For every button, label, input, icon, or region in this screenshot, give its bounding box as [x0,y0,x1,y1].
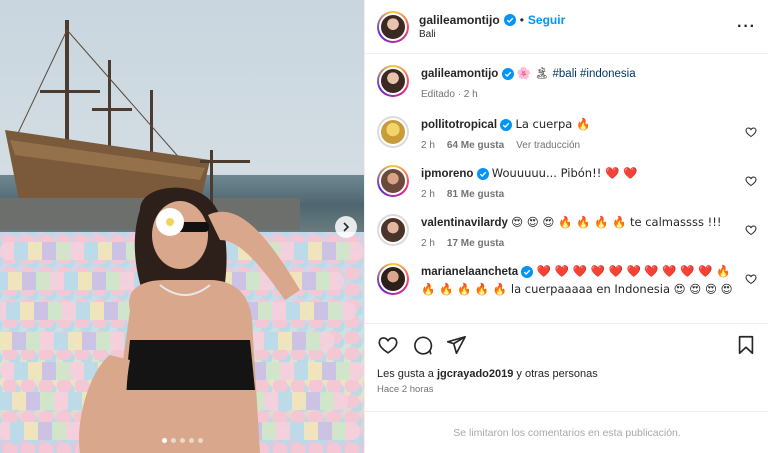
share-send-icon[interactable] [445,334,467,356]
instagram-post: galileamontijo • Seguir Bali ··· galilea… [0,0,768,453]
comment-item: ipmoreno Wouuuuu... Pibón!! ❤️ ❤️ 2 h 81… [377,165,757,200]
comment-time: 2 h [421,140,435,151]
likes-suffix: y otras personas [513,368,598,380]
post-actions: Les gusta a jgcrayado2019 y otras person… [365,323,768,395]
comment-item: pollitotropical La cuerpa 🔥 2 h 64 Me gu… [377,116,757,151]
verified-badge-icon [501,67,514,80]
like-comment-heart-icon[interactable] [745,224,757,236]
like-heart-icon[interactable] [377,334,399,356]
author-avatar[interactable] [377,10,409,43]
author-avatar[interactable] [377,65,409,97]
carousel-dots [0,438,364,443]
carousel-dot[interactable] [170,438,176,443]
carousel-dot[interactable] [197,438,203,443]
post-photo[interactable] [0,0,364,453]
commenter-avatar[interactable] [377,165,409,197]
caption-edited: Editado · 2 h [421,89,478,100]
likes-summary[interactable]: Les gusta a jgcrayado2019 y otras person… [377,368,757,380]
verified-badge-icon [503,14,516,26]
comment-bubble-icon[interactable] [411,334,433,356]
author-info: galileamontijo • Seguir Bali [419,13,737,40]
post-time: Hace 2 horas [377,384,434,395]
post-side-panel: galileamontijo • Seguir Bali ··· galilea… [364,0,768,453]
likes-prefix: Les gusta a [377,368,437,380]
comment-time: 2 h [421,189,435,200]
see-translation-link[interactable]: Ver traducción [516,140,580,151]
comment-likes[interactable]: 81 Me gusta [447,189,504,200]
comment-likes[interactable]: 17 Me gusta [447,238,504,249]
comment-item: marianelaancheta ❤️ ❤️ ❤️ ❤️ ❤️ ❤️ ❤️ ❤️… [377,263,757,299]
save-bookmark-icon[interactable] [735,334,757,356]
comment-text: 😍 😍 😍 🔥 🔥 🔥 🔥 te calmassss !!! [511,215,722,229]
comment-text: La cuerpa 🔥 [515,117,591,131]
more-options-button[interactable]: ··· [737,18,756,36]
carousel-dot[interactable] [188,438,194,443]
carousel-dot[interactable] [179,438,185,443]
verified-badge-icon [500,118,513,131]
next-photo-button[interactable] [335,216,357,238]
separator-dot: • [519,13,524,27]
chevron-right-icon [343,222,350,232]
likes-user[interactable]: jgcrayado2019 [437,368,513,380]
verified-badge-icon [521,265,534,278]
commenter-avatar[interactable] [377,116,409,148]
comment-item: valentinavilardy 😍 😍 😍 🔥 🔥 🔥 🔥 te calmas… [377,214,757,249]
author-username[interactable]: galileamontijo [419,13,500,27]
comment-username[interactable]: valentinavilardy [421,217,508,229]
comments-limited-notice: Se limitaron los comentarios en esta pub… [365,411,768,453]
commenter-avatar[interactable] [377,214,409,246]
comment-username[interactable]: marianelaancheta [421,266,518,278]
verified-badge-icon [476,167,489,180]
follow-button[interactable]: Seguir [528,13,565,27]
like-comment-heart-icon[interactable] [745,273,757,285]
caption-hashtags[interactable]: #bali #indonesia [553,68,636,80]
commenter-avatar[interactable] [377,263,409,295]
post-header: galileamontijo • Seguir Bali ··· [365,0,768,54]
post-location[interactable]: Bali [419,29,737,40]
caption-emoji: 🌸 🏝 [516,66,550,80]
comment-username[interactable]: ipmoreno [421,168,473,180]
woman-figure [79,187,300,453]
comment-likes[interactable]: 64 Me gusta [447,140,504,151]
post-caption: galileamontijo 🌸 🏝 #bali #indonesia Edit… [377,65,757,100]
comment-time: 2 h [421,238,435,249]
like-comment-heart-icon[interactable] [745,175,757,187]
like-comment-heart-icon[interactable] [745,126,757,138]
carousel-dot[interactable] [161,438,167,443]
comment-text: Wouuuuu... Pibón!! ❤️ ❤️ [491,166,638,180]
caption-username[interactable]: galileamontijo [421,68,498,80]
comments-list[interactable]: galileamontijo 🌸 🏝 #bali #indonesia Edit… [365,55,768,323]
comment-username[interactable]: pollitotropical [421,119,497,131]
